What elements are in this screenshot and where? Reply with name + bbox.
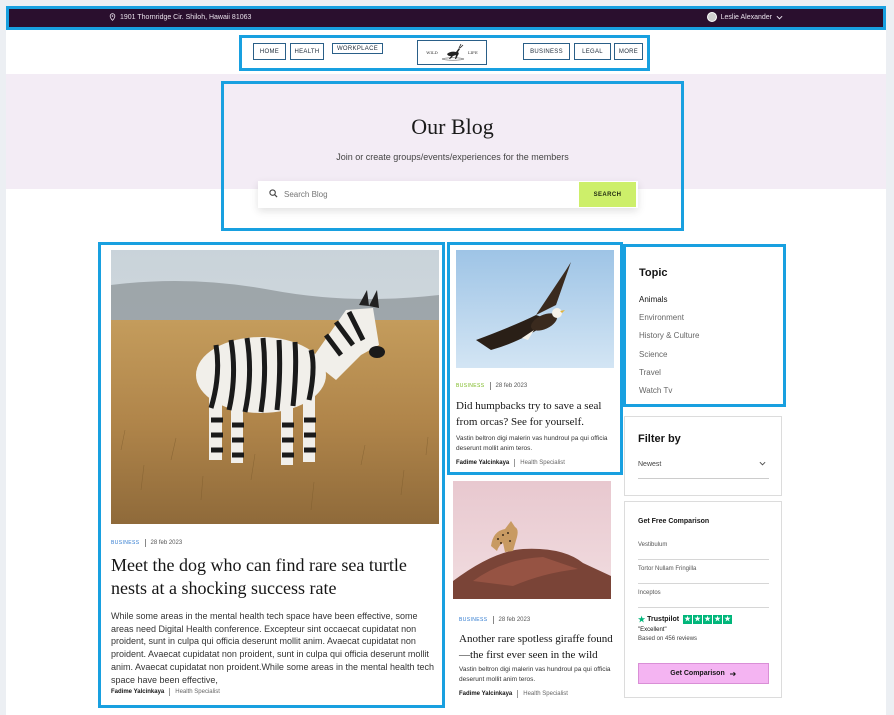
star-icon: ★ — [713, 615, 723, 624]
author-name: Fadime Yalcinkaya — [111, 689, 165, 695]
nav-business[interactable]: BUSINESS — [523, 43, 570, 60]
divider — [489, 382, 491, 390]
post-meta: BUSINESS 28 feb 2023 — [459, 616, 530, 624]
author-role: Health Specialist — [520, 460, 565, 466]
post-card-eagle[interactable]: BUSINESS 28 feb 2023 Did humpbacks try t… — [447, 242, 623, 475]
chevron-down-icon — [776, 15, 783, 20]
star-icon: ★ — [693, 615, 703, 624]
author-name: Fadime Yalcinkaya — [459, 691, 513, 697]
post-card-leopard[interactable]: BUSINESS 28 feb 2023 Another rare spotle… — [453, 481, 613, 706]
search-input[interactable] — [284, 187, 564, 202]
divider — [517, 690, 519, 698]
post-date: 28 feb 2023 — [495, 383, 528, 389]
eagle-image — [456, 250, 614, 368]
author-name: Fadime Yalcinkaya — [456, 460, 510, 466]
location-pin-icon — [109, 13, 116, 21]
get-comparison-label: Get Comparison — [670, 670, 725, 677]
search-bar: SEARCH — [258, 181, 638, 208]
chevron-down-icon — [759, 461, 766, 468]
address-text: 1901 Thornridge Cir. Shiloh, Hawaii 8106… — [120, 13, 252, 21]
get-comparison-button[interactable]: Get Comparison — [638, 663, 769, 684]
topic-panel: Topic Animals Environment History & Cult… — [623, 244, 786, 407]
topic-item-history-culture[interactable]: History & Culture — [639, 331, 699, 340]
zebra-image — [111, 250, 439, 524]
comparison-heading: Get Free Comparison — [638, 518, 710, 525]
post-title[interactable]: Did humpbacks try to save a seal from or… — [456, 399, 616, 430]
author-role: Health Specialist — [523, 691, 568, 697]
page-title: Our Blog — [411, 114, 494, 139]
post-author: Fadime Yalcinkaya Health Specialist — [459, 690, 568, 698]
divider — [169, 688, 171, 696]
star-icon: ★ — [703, 615, 713, 624]
arrow-right-icon — [729, 671, 736, 676]
post-category[interactable]: BUSINESS — [111, 540, 140, 546]
nav-legal[interactable]: LEGAL — [574, 43, 611, 60]
trustpilot-brand: ★ Trustpilot ★ ★ ★ ★ ★ — [638, 615, 733, 624]
topic-heading: Topic — [639, 267, 668, 279]
post-author: Fadime Yalcinkaya Health Specialist — [111, 688, 220, 696]
page-subtitle: Join or create groups/events/experiences… — [336, 152, 569, 162]
post-title[interactable]: Meet the dog who can find rare sea turtl… — [111, 554, 436, 600]
search-icon — [269, 189, 278, 198]
star-icon: ★ — [638, 615, 646, 624]
nav-workplace[interactable]: WORKPLACE — [332, 43, 383, 54]
address: 1901 Thornridge Cir. Shiloh, Hawaii 8106… — [109, 13, 251, 21]
post-excerpt: While some areas in the mental health te… — [111, 611, 435, 685]
trustpilot-widget[interactable]: ★ Trustpilot ★ ★ ★ ★ ★ "Excellent" Based on … — [638, 615, 733, 642]
top-bar: 1901 Thornridge Cir. Shiloh, Hawaii 8106… — [6, 6, 886, 30]
user-name: Leslie Alexander — [720, 13, 772, 21]
user-menu[interactable]: Leslie Alexander — [706, 12, 783, 22]
wildlife-logo[interactable]: WILD LIFE — [417, 40, 487, 65]
author-role: Health Specialist — [175, 689, 220, 695]
post-date: 28 feb 2023 — [150, 540, 183, 546]
logo-word-left: WILD — [426, 50, 438, 55]
trustpilot-label: Trustpilot — [647, 616, 680, 623]
comparison-field-tortor[interactable]: Tortor Nullam Fringilla — [638, 566, 769, 584]
rating-stars: ★ ★ ★ ★ ★ — [683, 615, 733, 624]
topic-item-watch-tv[interactable]: Watch Tv — [639, 386, 672, 395]
topic-item-animals[interactable]: Animals — [639, 295, 667, 304]
search-button[interactable]: SEARCH — [579, 182, 636, 207]
filter-heading: Filter by — [638, 433, 681, 445]
divider — [492, 616, 494, 624]
post-category[interactable]: BUSINESS — [456, 383, 485, 389]
comparison-field-inceptos[interactable]: Inceptos — [638, 590, 769, 608]
post-category[interactable]: BUSINESS — [459, 617, 488, 623]
main-nav: HOME HEALTH WORKPLACE WILD LIFE BUSINESS… — [239, 35, 650, 71]
leopard-image — [453, 481, 611, 599]
antelope-icon — [441, 43, 465, 60]
sort-value: Newest — [638, 461, 662, 468]
star-icon: ★ — [683, 615, 693, 624]
nav-more[interactable]: MORE — [614, 43, 643, 60]
sort-select[interactable]: Newest — [638, 461, 769, 479]
avatar — [706, 12, 717, 22]
review-count: Based on 456 reviews — [638, 636, 698, 642]
post-date: 28 feb 2023 — [498, 617, 531, 623]
topic-item-travel[interactable]: Travel — [639, 368, 661, 377]
rating-word: "Excellent" — [638, 627, 667, 633]
filter-panel: Filter by Newest — [624, 416, 782, 496]
post-card-featured[interactable]: BUSINESS 28 feb 2023 Meet the dog who ca… — [98, 242, 445, 708]
nav-health[interactable]: HEALTH — [290, 43, 324, 60]
nav-home[interactable]: HOME — [253, 43, 286, 60]
divider — [144, 539, 146, 547]
post-author: Fadime Yalcinkaya Health Specialist — [456, 459, 565, 467]
comparison-field-vestibulum[interactable]: Vestibulum — [638, 542, 769, 560]
post-excerpt: Vastin beltron digi malerin vas hundroul… — [456, 435, 608, 452]
topic-item-environment[interactable]: Environment — [639, 313, 684, 322]
hero: Our Blog Join or create groups/events/ex… — [221, 81, 684, 231]
comparison-panel: Get Free Comparison Vestibulum Tortor Nu… — [624, 501, 782, 698]
post-excerpt: Vastin beltron digi malerin vas hundroul… — [459, 666, 611, 683]
topic-item-science[interactable]: Science — [639, 350, 667, 359]
post-meta: BUSINESS 28 feb 2023 — [111, 539, 182, 547]
divider — [514, 459, 516, 467]
logo-word-right: LIFE — [467, 50, 478, 55]
post-title[interactable]: Another rare spotless giraffe found—the … — [459, 632, 619, 663]
star-icon: ★ — [723, 615, 733, 624]
post-meta: BUSINESS 28 feb 2023 — [456, 382, 527, 390]
